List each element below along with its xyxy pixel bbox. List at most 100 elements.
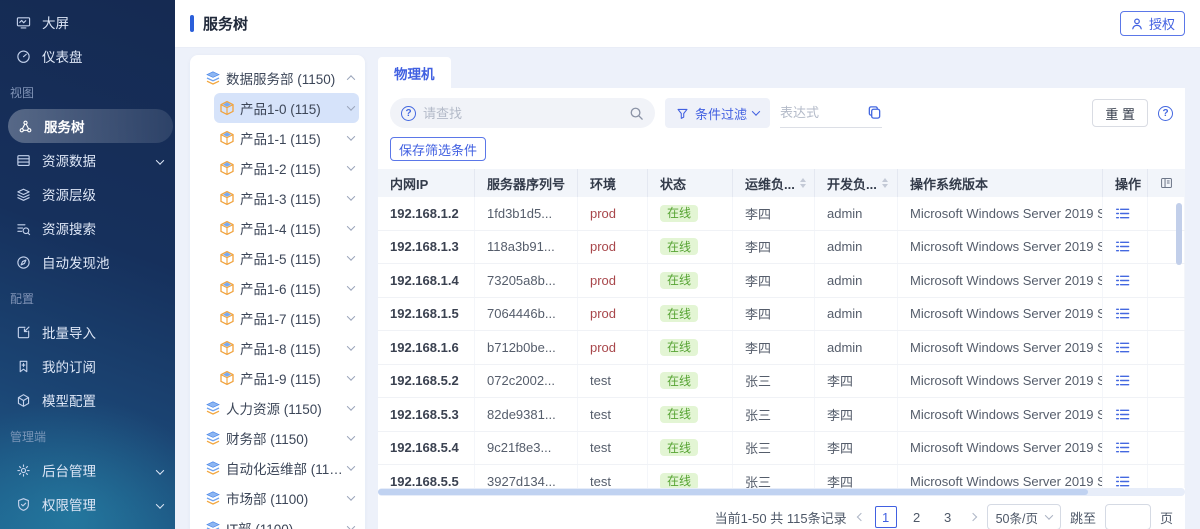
product-cube-icon xyxy=(219,130,235,146)
cell-actions xyxy=(1103,231,1148,264)
vertical-scrollbar[interactable] xyxy=(1176,203,1182,265)
sidebar-section-config: 配置 xyxy=(0,279,175,315)
sidebar-item-discovery-pool[interactable]: 自动发现池 xyxy=(0,245,175,279)
sidebar-item-label: 仪表盘 xyxy=(42,46,83,66)
actions-list-icon[interactable] xyxy=(1115,273,1130,288)
actions-list-icon[interactable] xyxy=(1115,373,1130,388)
cell-os: Microsoft Windows Server 2019 Stan... xyxy=(898,432,1103,465)
actions-list-icon[interactable] xyxy=(1115,206,1130,221)
status-badge: 在线 xyxy=(660,473,698,488)
sidebar-item-resource-data[interactable]: 资源数据 xyxy=(0,143,175,177)
next-page-button[interactable] xyxy=(968,514,978,520)
save-filter-button[interactable]: 保存筛选条件 xyxy=(390,137,486,161)
col-header-ip[interactable]: 内网IP xyxy=(378,169,475,197)
cell-serial: 82de9381... xyxy=(475,398,578,431)
cell-dev-owner: 李四 xyxy=(815,398,898,431)
tree-node-label: 产品1-0 (115) xyxy=(240,98,321,118)
sort-icon[interactable] xyxy=(800,178,806,188)
horizontal-scrollbar-thumb[interactable] xyxy=(378,489,1088,495)
search-help-icon[interactable] xyxy=(401,106,416,121)
chevron-down-icon xyxy=(347,192,355,200)
tree-node-dept[interactable]: 财务部 (1150) xyxy=(200,423,359,453)
page-button-3[interactable]: 3 xyxy=(937,506,959,528)
page-size-select[interactable]: 50条/页 xyxy=(987,504,1061,529)
prev-page-button[interactable] xyxy=(856,514,866,520)
cell-status: 在线 xyxy=(648,432,733,465)
reset-button[interactable]: 重 置 xyxy=(1092,99,1148,127)
tree-node-dept[interactable]: 数据服务部 (1150) xyxy=(200,63,359,93)
sidebar-item-resource-search[interactable]: 资源搜索 xyxy=(0,211,175,245)
actions-list-icon[interactable] xyxy=(1115,306,1130,321)
cell-os: Microsoft Windows Server 2019 Stan... xyxy=(898,298,1103,331)
tree-node-product[interactable]: 产品1-3 (115) xyxy=(214,183,359,213)
col-header-dev-owner[interactable]: 开发负... xyxy=(815,169,898,197)
sidebar-item-batch-import[interactable]: 批量导入 xyxy=(0,315,175,349)
tree-node-product[interactable]: 产品1-7 (115) xyxy=(214,303,359,333)
status-badge: 在线 xyxy=(660,238,698,255)
col-header-actions: 操作 xyxy=(1103,169,1148,197)
col-header-ops-owner[interactable]: 运维负... xyxy=(733,169,815,197)
help-icon[interactable] xyxy=(1158,106,1173,121)
actions-list-icon[interactable] xyxy=(1115,239,1130,254)
sidebar-item-dashboard[interactable]: 仪表盘 xyxy=(0,39,175,73)
cell-status: 在线 xyxy=(648,264,733,297)
jump-to-input[interactable] xyxy=(1105,504,1151,529)
resource-search-icon xyxy=(16,221,31,236)
tree-node-product[interactable]: 产品1-8 (115) xyxy=(214,333,359,363)
tree-node-product[interactable]: 产品1-1 (115) xyxy=(214,123,359,153)
authorize-button[interactable]: 授权 xyxy=(1120,11,1185,36)
chevron-down-icon xyxy=(347,432,355,440)
tree-node-dept[interactable]: 人力资源 (1150) xyxy=(200,393,359,423)
tree-node-product[interactable]: 产品1-2 (115) xyxy=(214,153,359,183)
column-settings-icon[interactable] xyxy=(1160,176,1173,190)
chevron-down-icon xyxy=(156,500,164,508)
actions-list-icon[interactable] xyxy=(1115,440,1130,455)
chevron-down-icon xyxy=(347,162,355,170)
sort-icon[interactable] xyxy=(882,178,888,188)
search-input[interactable] xyxy=(423,106,622,121)
screen-icon xyxy=(16,15,31,30)
expression-field xyxy=(780,98,882,128)
dashboard-icon xyxy=(16,49,31,64)
col-header-os[interactable]: 操作系统版本 xyxy=(898,169,1103,197)
tree-node-dept[interactable]: 市场部 (1100) xyxy=(200,483,359,513)
tree-node-product[interactable]: 产品1-0 (115) xyxy=(214,93,359,123)
col-header-serial[interactable]: 服务器序列号 xyxy=(475,169,578,197)
tab-physical-machine[interactable]: 物理机 xyxy=(378,57,451,88)
cell-os: Microsoft Windows Server 2019 Stan... xyxy=(898,365,1103,398)
col-header-status[interactable]: 状态 xyxy=(648,169,733,197)
tree-node-dept[interactable]: 自动化运维部 (1150) xyxy=(200,453,359,483)
page-button-1[interactable]: 1 xyxy=(875,506,897,528)
actions-list-icon[interactable] xyxy=(1115,474,1130,488)
cell-ops-owner: 张三 xyxy=(733,432,815,465)
sidebar-item-bigscreen[interactable]: 大屏 xyxy=(0,5,175,39)
resource-data-icon xyxy=(16,153,31,168)
copy-icon[interactable] xyxy=(867,105,882,120)
tree-node-product[interactable]: 产品1-9 (115) xyxy=(214,363,359,393)
col-header-env[interactable]: 环境 xyxy=(578,169,648,197)
search-icon[interactable] xyxy=(629,106,644,121)
sidebar-item-my-subscription[interactable]: 我的订阅 xyxy=(0,349,175,383)
sidebar-item-resource-level[interactable]: 资源层级 xyxy=(0,177,175,211)
sidebar-item-model-config[interactable]: 模型配置 xyxy=(0,383,175,417)
sidebar-item-permission-admin[interactable]: 权限管理 xyxy=(0,487,175,521)
discovery-compass-icon xyxy=(16,255,31,270)
tree-node-label: 自动化运维部 (1150) xyxy=(226,458,343,478)
cell-ip: 192.168.1.5 xyxy=(378,298,475,331)
cell-status: 在线 xyxy=(648,231,733,264)
tree-node-product[interactable]: 产品1-5 (115) xyxy=(214,243,359,273)
page-button-2[interactable]: 2 xyxy=(906,506,928,528)
tree-node-product[interactable]: 产品1-6 (115) xyxy=(214,273,359,303)
sidebar-item-label: 批量导入 xyxy=(42,322,96,342)
actions-list-icon[interactable] xyxy=(1115,407,1130,422)
tree-node-product[interactable]: 产品1-4 (115) xyxy=(214,213,359,243)
sidebar-item-backend-admin[interactable]: 后台管理 xyxy=(0,453,175,487)
actions-list-icon[interactable] xyxy=(1115,340,1130,355)
expression-input[interactable] xyxy=(780,105,867,120)
sidebar-item-service-tree[interactable]: 服务树 xyxy=(8,109,173,143)
cell-serial: 3927d134... xyxy=(475,465,578,488)
tree-node-dept[interactable]: IT部 (1100) xyxy=(200,513,359,529)
horizontal-scrollbar xyxy=(378,488,1185,496)
chevron-down-icon xyxy=(347,222,355,230)
condition-filter-dropdown[interactable]: 条件过滤 xyxy=(665,98,770,128)
